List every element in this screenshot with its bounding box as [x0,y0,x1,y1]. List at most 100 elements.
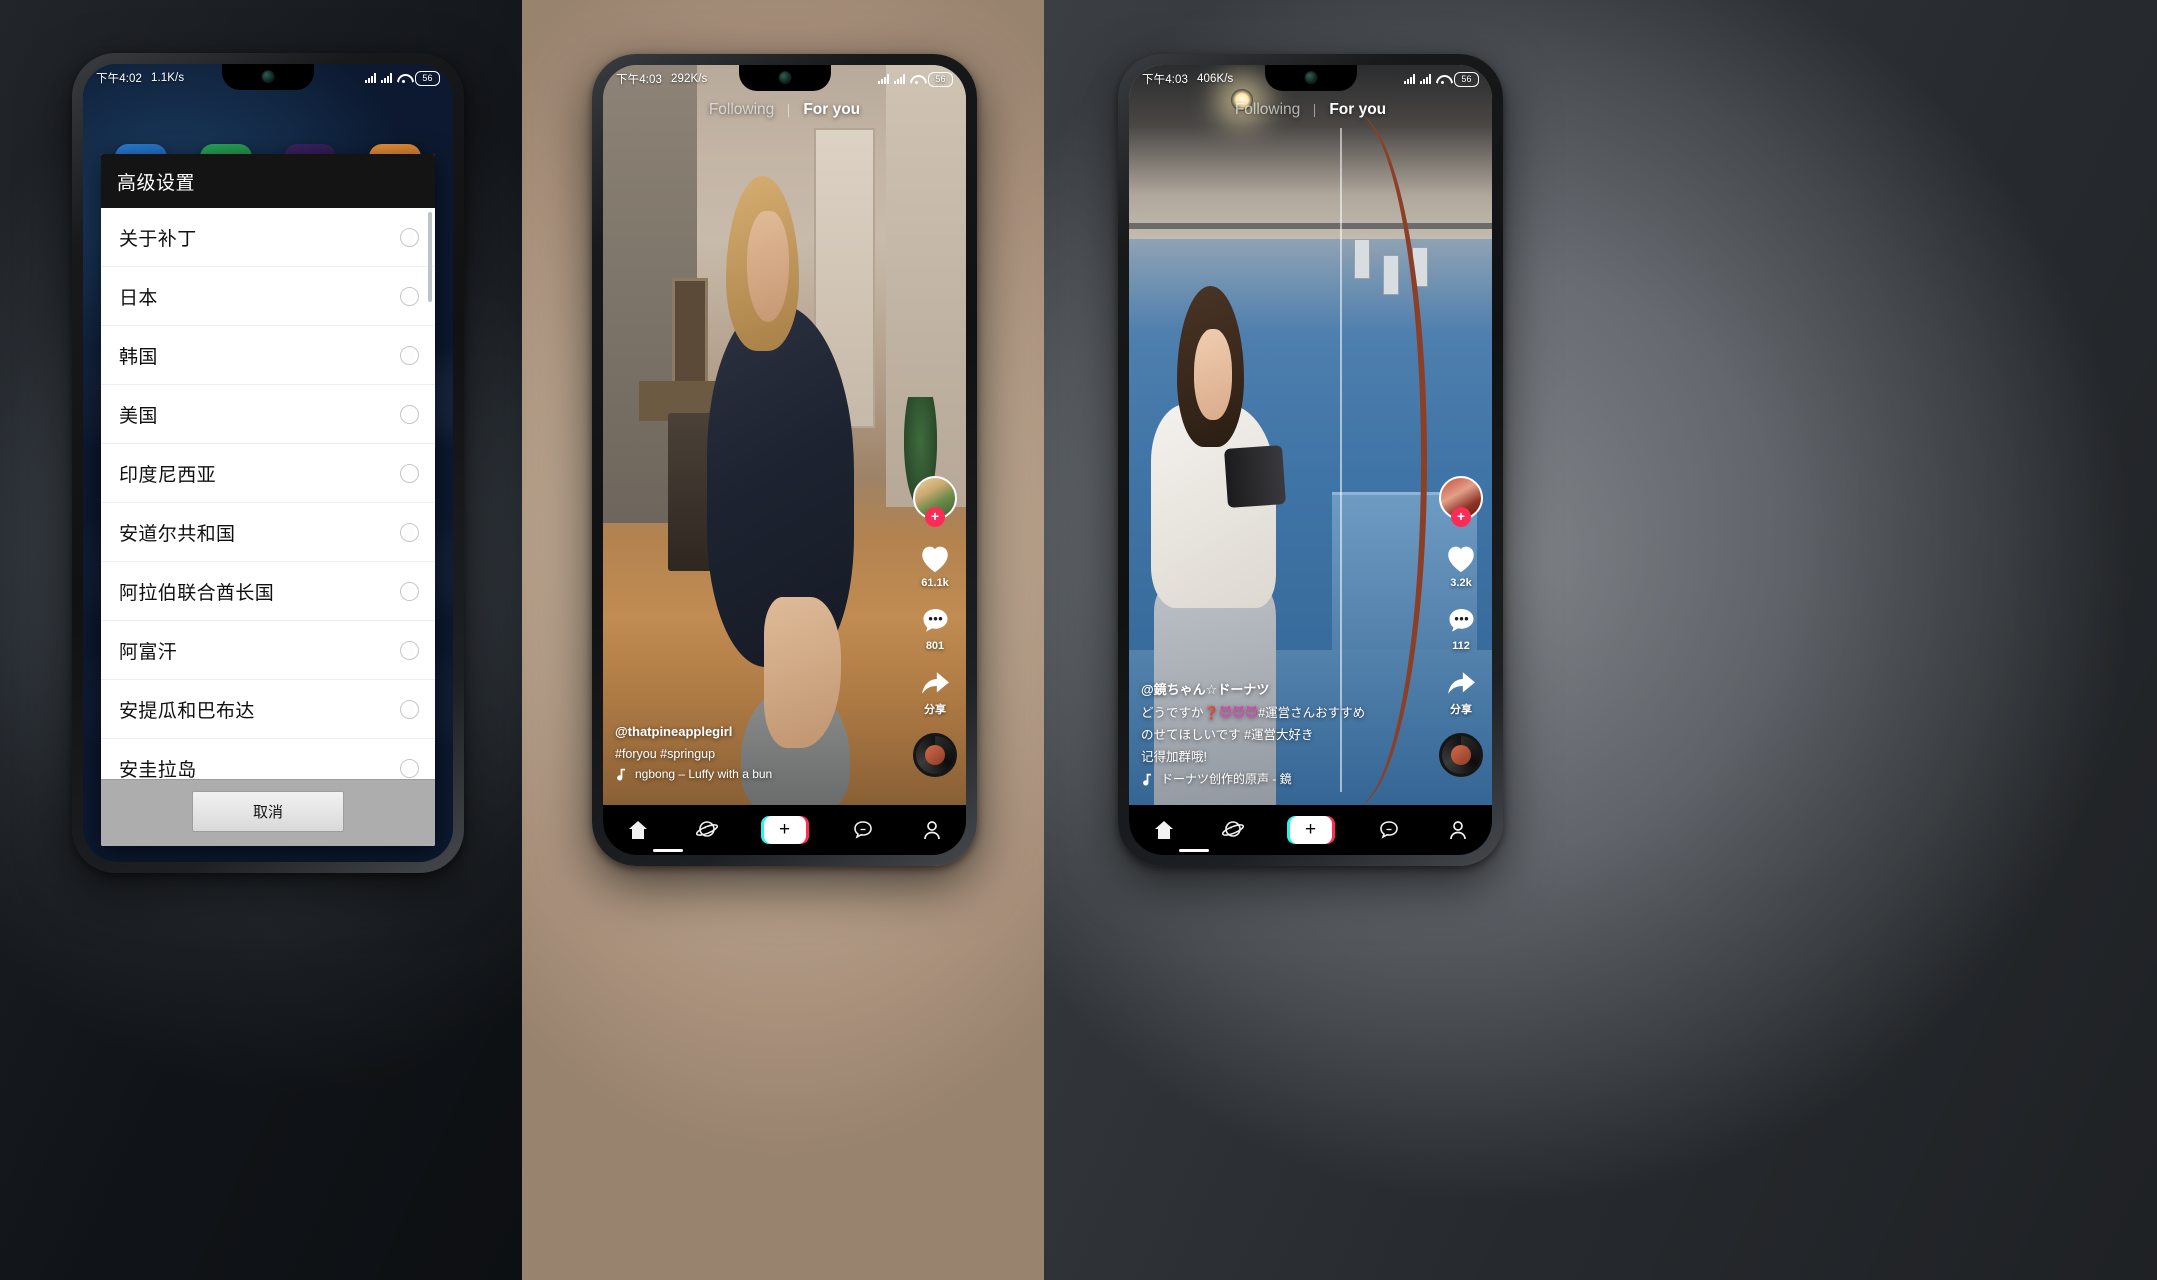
profile-icon[interactable] [1446,818,1470,842]
radio-button-icon[interactable] [400,522,419,542]
radio-button-icon[interactable] [400,404,419,424]
phone-notch-right [1264,65,1357,91]
home-icon[interactable] [1152,818,1176,842]
tab-following[interactable]: Following [1235,101,1300,119]
status-time: 下午4:03 [1142,74,1188,86]
video-description: #foryou #springup [615,746,716,761]
devil-emoji: 😈😈😈 [1219,705,1259,720]
dialog-scrollbar[interactable] [428,212,432,775]
status-time: 下午4:02 [96,73,142,85]
dialog-option-label: 安提瓜和巴布达 [119,700,255,722]
radio-button-icon[interactable] [400,640,419,660]
comment-button-right[interactable]: 112 [1445,605,1478,652]
share-button-middle[interactable]: 分享 [918,668,953,717]
comment-bubble-icon [923,609,947,632]
music-row[interactable]: ドーナツ创作的原声 - 鏡 [1141,770,1424,787]
home-indicator [653,849,684,852]
author-avatar-right[interactable]: + [1439,476,1483,527]
wifi-icon [397,73,410,83]
bottom-nav-middle: + [603,805,966,855]
dialog-option-row[interactable]: 阿富汗 [101,621,435,680]
action-rail-middle: + 61.1k 801 分享 [913,476,957,777]
signal-bars-icon-2 [894,74,905,84]
dialog-option-row[interactable]: 日本 [101,267,435,326]
dialog-option-label: 日本 [119,287,158,309]
music-title: ドーナツ创作的原声 - 鏡 [1161,772,1292,786]
tab-following[interactable]: Following [709,101,774,119]
comment-button-middle[interactable]: 801 [919,605,952,652]
dialog-option-row[interactable]: 安圭拉岛 [101,739,435,779]
discover-planet-icon[interactable] [695,818,719,842]
music-disc-middle[interactable] [913,733,957,777]
inbox-icon[interactable] [851,818,875,842]
comment-count: 801 [925,640,945,652]
home-icon[interactable] [626,818,650,842]
front-camera-icon [262,71,274,82]
dialog-option-row[interactable]: 印度尼西亚 [101,444,435,503]
follow-plus-icon[interactable]: + [1451,507,1471,527]
profile-icon[interactable] [920,818,944,842]
radio-button-icon[interactable] [400,227,419,247]
video-description-line-3: 记得加群哦! [1141,749,1207,764]
author-avatar-middle[interactable]: + [913,476,957,527]
share-arrow-icon [921,672,949,694]
dialog-option-row[interactable]: 美国 [101,385,435,444]
dialog-option-label: 美国 [119,405,158,427]
caption-block-middle: @thatpineapplegirl #foryou #springup ngb… [615,724,876,781]
music-title: ngbong – Luffy with a bun [635,767,773,781]
signal-bars-icon-2 [381,73,392,83]
tiktok-app-right: Following For you + 3.2k 112 分享 @鏡ちゃん☆ドー… [1129,65,1492,855]
front-camera-icon [1305,72,1316,83]
heart-icon [922,546,948,573]
share-button-right[interactable]: 分享 [1444,668,1479,717]
like-button-middle[interactable]: 61.1k [918,542,952,589]
like-button-right[interactable]: 3.2k [1444,542,1478,589]
share-arrow-icon [1447,672,1475,694]
create-video-button[interactable]: + [763,816,806,844]
dialog-option-row[interactable]: 安道尔共和国 [101,503,435,562]
music-disc-right[interactable] [1439,733,1483,777]
phone-notch-left [222,64,314,90]
phone-screen-right: Following For you + 3.2k 112 分享 @鏡ちゃん☆ドー… [1129,65,1492,855]
author-username[interactable]: @thatpineapplegirl [615,724,876,739]
like-count: 3.2k [1450,577,1472,589]
radio-button-icon[interactable] [400,463,419,483]
phone-screen-left: 应用商店 文件管理 音乐 [83,64,453,862]
dialog-option-row[interactable]: 安提瓜和巴布达 [101,680,435,739]
hashtag-a[interactable]: #運営さんおすすめ [1258,706,1365,720]
inbox-icon[interactable] [1377,818,1401,842]
radio-button-icon[interactable] [400,286,419,306]
phone-device-left: 应用商店 文件管理 音乐 [72,53,464,873]
tab-for-you[interactable]: For you [803,101,860,119]
follow-plus-icon[interactable]: + [925,507,945,527]
feed-tabs-middle: Following For you [603,101,966,119]
dialog-option-label: 安道尔共和国 [119,523,236,545]
discover-planet-icon[interactable] [1221,818,1245,842]
dialog-option-list[interactable]: 关于补丁日本韩国美国印度尼西亚安道尔共和国阿拉伯联合酋长国 阿富汗安提瓜和巴布达安… [101,208,435,779]
dialog-scroll-thumb[interactable] [428,212,432,302]
wifi-icon [1436,74,1449,84]
radio-button-icon[interactable] [400,581,419,601]
phone-device-middle: Following For you + 61.1k 801 分享 @thatpi… [592,54,977,866]
dialog-option-row[interactable]: 阿拉伯联合酋长国 [101,562,435,621]
radio-button-icon[interactable] [400,758,419,778]
battery-indicator: 56 [415,70,440,86]
music-row[interactable]: ngbong – Luffy with a bun [615,767,876,781]
question-emoji: ❓ [1203,705,1220,720]
cancel-button[interactable]: 取消 [192,791,344,832]
status-time: 下午4:03 [616,74,662,86]
create-video-button[interactable]: + [1289,816,1332,844]
status-netspeed: 292K/s [670,73,708,85]
heart-icon [1448,546,1474,573]
wifi-icon [910,74,923,84]
dialog-title: 高级设置 [101,154,435,208]
signal-bars-icon-1 [878,74,889,84]
share-label: 分享 [924,704,946,716]
radio-button-icon[interactable] [400,699,419,719]
radio-button-icon[interactable] [400,345,419,365]
author-username[interactable]: @鏡ちゃん☆ドーナツ [1141,679,1424,698]
dialog-option-row[interactable]: 韩国 [101,326,435,385]
tab-for-you[interactable]: For you [1329,101,1386,119]
share-label: 分享 [1450,704,1472,716]
dialog-option-row[interactable]: 关于补丁 [101,208,435,267]
